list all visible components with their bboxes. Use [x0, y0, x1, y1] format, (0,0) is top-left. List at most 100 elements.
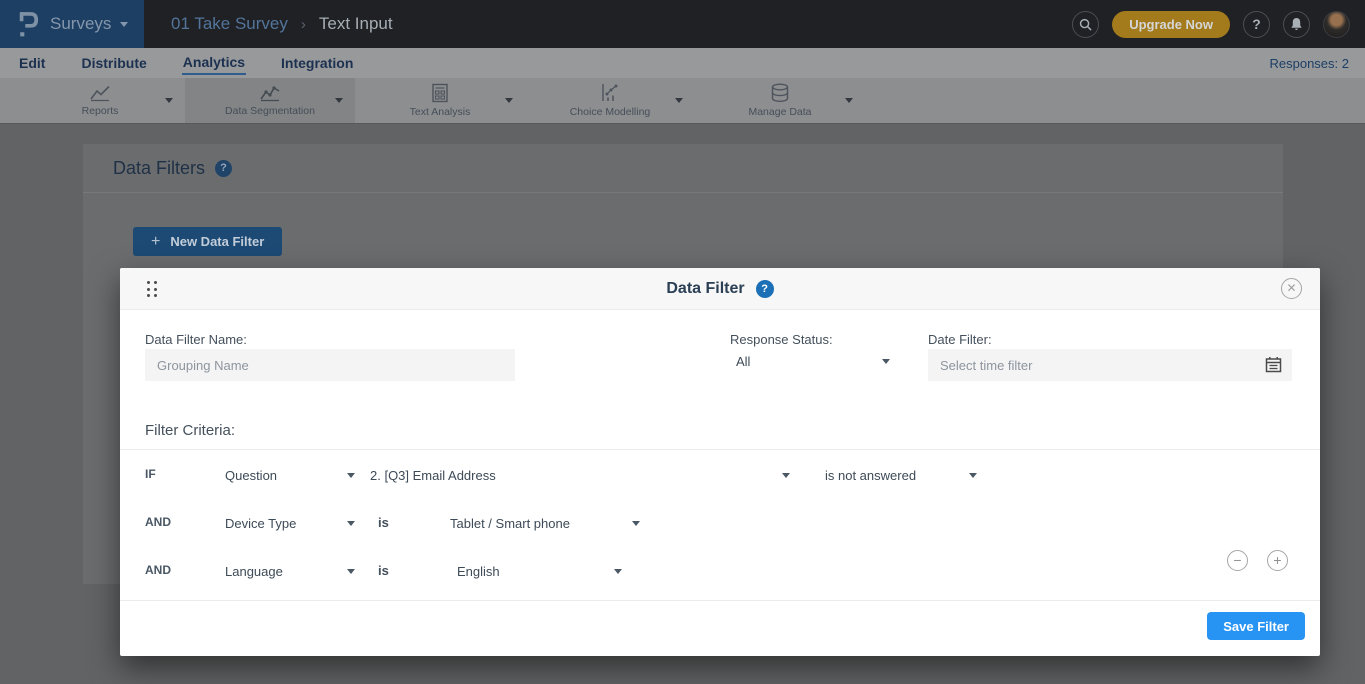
help-icon[interactable]: ? [215, 160, 232, 177]
modal-title: Data Filter [666, 280, 744, 298]
tab-analytics[interactable]: Analytics [182, 51, 246, 75]
chevron-down-icon[interactable] [335, 98, 343, 103]
responses-count: Responses: 2 [1270, 56, 1350, 71]
date-filter-field [928, 349, 1292, 381]
criteria-row: IF Question 2. [Q3] Email Address is not… [120, 460, 1320, 490]
toolbar-item-label: Data Segmentation [225, 105, 315, 117]
tab-distribute[interactable]: Distribute [80, 52, 147, 74]
criteria-question-select[interactable]: 2. [Q3] Email Address [370, 464, 790, 486]
toolbar-item-reports[interactable]: Reports [15, 78, 185, 123]
connector-label: AND [145, 515, 171, 529]
chevron-down-icon [120, 22, 128, 27]
breadcrumb-separator: › [301, 16, 306, 33]
data-filter-name-input[interactable] [145, 349, 515, 381]
help-icon[interactable]: ? [756, 280, 774, 298]
top-bar-actions: Upgrade Now ? [1072, 11, 1365, 38]
toolbar-item-text-analysis[interactable]: Text Analysis [355, 78, 525, 123]
product-menu[interactable]: Surveys [0, 0, 144, 48]
remove-criteria-button[interactable]: − [1227, 550, 1248, 571]
help-button[interactable]: ? [1243, 11, 1270, 38]
toolbar-item-label: Choice Modelling [570, 106, 651, 118]
modal-body: Data Filter Name: Response Status: All D… [120, 310, 1320, 656]
toolbar-item-manage-data[interactable]: Manage Data [695, 78, 865, 123]
top-bar: Surveys 01 Take Survey › Text Input Upgr… [0, 0, 1365, 48]
criteria-operator-value: is not answered [825, 468, 916, 483]
chevron-down-icon [347, 473, 355, 478]
criteria-field-value: Question [225, 468, 277, 483]
criteria-operator-select[interactable]: is not answered [825, 464, 977, 486]
search-button[interactable] [1072, 11, 1099, 38]
upgrade-now-button[interactable]: Upgrade Now [1112, 11, 1230, 38]
toolbar-item-choice-modelling[interactable]: Choice Modelling [525, 78, 695, 123]
criteria-value-select[interactable]: Tablet / Smart phone [450, 512, 640, 534]
divider [120, 600, 1320, 601]
breadcrumb-page-name: Text Input [319, 14, 393, 34]
toolbar-item-label: Reports [82, 105, 119, 117]
notifications-button[interactable] [1283, 11, 1310, 38]
chevron-down-icon [632, 521, 640, 526]
page-title: Data Filters [113, 158, 205, 179]
criteria-field-select[interactable]: Question [225, 464, 355, 486]
chevron-down-icon [614, 569, 622, 574]
response-status-select[interactable]: All [736, 354, 890, 369]
close-icon[interactable]: ✕ [1281, 278, 1302, 299]
calendar-icon[interactable] [1265, 356, 1282, 376]
add-criteria-button[interactable]: + [1267, 550, 1288, 571]
app-root: Surveys 01 Take Survey › Text Input Upgr… [0, 0, 1365, 684]
criteria-row: AND Device Type is Tablet / Smart phone [120, 508, 1320, 538]
criteria-value: English [457, 564, 500, 579]
criteria-verb-label: is [378, 515, 389, 530]
connector-label: IF [145, 467, 156, 481]
date-filter-input[interactable] [928, 349, 1292, 381]
criteria-field-select[interactable]: Language [225, 560, 355, 582]
breadcrumb: 01 Take Survey › Text Input [171, 14, 393, 34]
scatter-chart-icon [600, 83, 620, 103]
chevron-down-icon [347, 569, 355, 574]
chevron-down-icon[interactable] [165, 98, 173, 103]
new-data-filter-button[interactable]: + New Data Filter [133, 227, 282, 256]
modal-header: Data Filter ? ✕ [120, 268, 1320, 310]
data-filter-name-label: Data Filter Name: [145, 332, 247, 347]
criteria-value: Tablet / Smart phone [450, 516, 570, 531]
criteria-field-select[interactable]: Device Type [225, 512, 355, 534]
criteria-question-value: 2. [Q3] Email Address [370, 468, 496, 483]
response-status-value: All [736, 354, 750, 369]
chevron-down-icon[interactable] [675, 98, 683, 103]
line-chart-icon [89, 84, 111, 102]
chevron-down-icon [782, 473, 790, 478]
panel-header: Data Filters ? [83, 144, 1283, 193]
criteria-row: AND Language is English − + [120, 556, 1320, 586]
plus-icon: + [151, 233, 160, 251]
chevron-down-icon[interactable] [505, 98, 513, 103]
breadcrumb-survey-name[interactable]: 01 Take Survey [171, 14, 288, 34]
search-icon [1079, 18, 1092, 31]
segmentation-chart-icon [259, 84, 281, 102]
toolbar-item-label: Manage Data [748, 106, 811, 118]
toolbar-item-data-segmentation[interactable]: Data Segmentation [185, 78, 355, 123]
save-filter-button[interactable]: Save Filter [1207, 612, 1305, 640]
date-filter-label: Date Filter: [928, 332, 992, 347]
user-avatar[interactable] [1323, 11, 1350, 38]
criteria-verb-label: is [378, 563, 389, 578]
data-filter-modal: Data Filter ? ✕ Data Filter Name: Respon… [120, 268, 1320, 656]
tab-integration[interactable]: Integration [280, 52, 354, 74]
connector-label: AND [145, 563, 171, 577]
chevron-down-icon [969, 473, 977, 478]
text-document-icon [430, 83, 450, 103]
drag-handle-icon[interactable] [147, 281, 157, 297]
criteria-field-value: Language [225, 564, 283, 579]
question-mark-icon: ? [1252, 16, 1261, 32]
analytics-toolbar: Reports Data Segmentation [0, 78, 1365, 124]
tab-edit[interactable]: Edit [18, 52, 46, 74]
product-menu-label: Surveys [50, 14, 111, 34]
criteria-value-select[interactable]: English [457, 560, 622, 582]
chevron-down-icon [882, 359, 890, 364]
filter-criteria-heading: Filter Criteria: [145, 422, 235, 439]
new-data-filter-label: New Data Filter [170, 234, 264, 249]
criteria-field-value: Device Type [225, 516, 296, 531]
bell-icon [1290, 17, 1303, 31]
database-icon [769, 83, 791, 103]
response-status-label: Response Status: [730, 332, 833, 347]
divider [120, 449, 1320, 450]
chevron-down-icon[interactable] [845, 98, 853, 103]
